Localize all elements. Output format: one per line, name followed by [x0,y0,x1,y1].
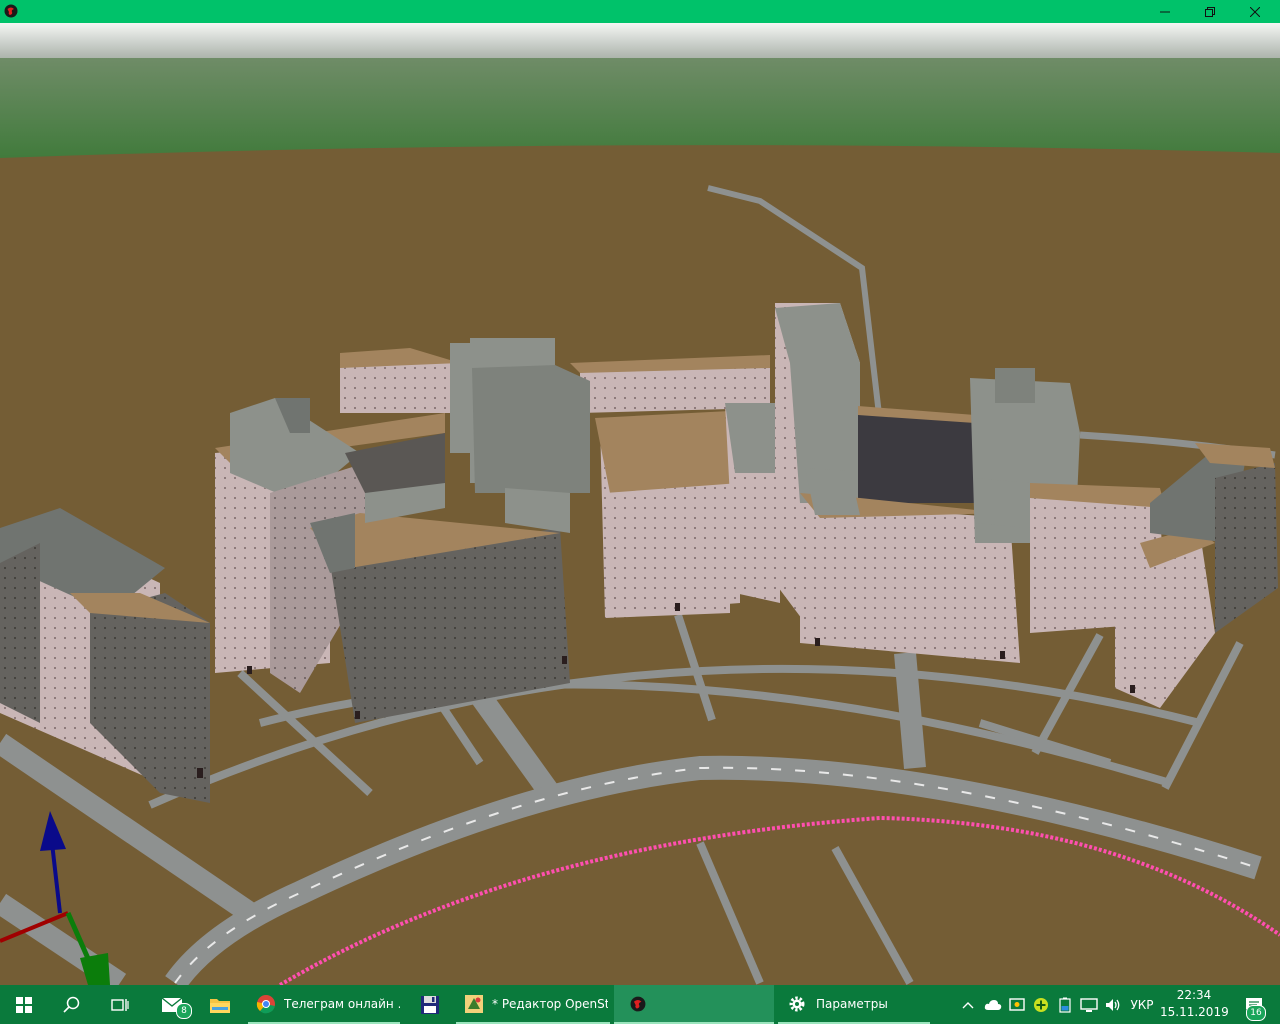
floppy-disk-icon [421,995,439,1014]
chevron-up-icon [962,1001,974,1008]
tray-overflow-button[interactable] [958,985,978,1024]
search-icon [63,996,80,1013]
cloud-icon [984,999,1002,1010]
taskbar-app-settings-label: Параметры [816,996,888,1011]
close-button[interactable] [1232,0,1278,23]
mail-app-button[interactable]: 8 [148,985,196,1024]
windows-start-icon [16,996,32,1013]
window-titlebar[interactable] [0,0,1280,23]
minimize-button[interactable] [1142,0,1188,23]
taskbar-app-josm-label: * Редактор OpenSt... [492,996,608,1011]
search-button[interactable] [48,985,96,1024]
chrome-icon [256,994,275,1013]
task-view-button[interactable] [96,985,144,1024]
taskbar-app-settings[interactable]: Параметры [778,985,930,1024]
taskbar-app-save[interactable] [408,985,452,1024]
start-button[interactable] [0,985,48,1024]
folder-icon [210,998,230,1013]
task-view-icon [111,998,129,1011]
taskbar-app-viewer[interactable] [614,985,774,1024]
tray-app-1[interactable] [1006,985,1028,1024]
tray-battery[interactable] [1054,985,1076,1024]
maximize-icon [1205,6,1215,17]
minimize-icon [1160,11,1170,12]
explorer-button[interactable] [196,985,244,1024]
tray-onedrive[interactable] [982,985,1004,1024]
clock-time: 22:34 [1176,988,1212,1002]
mail-badge: 8 [176,1003,192,1019]
action-center-button[interactable]: 16 [1234,985,1274,1024]
tray-volume[interactable] [1102,985,1124,1024]
maximize-button[interactable] [1187,0,1233,23]
tray-app-2[interactable] [1030,985,1052,1024]
gear-icon [789,996,805,1011]
taskbar-app-josm[interactable]: * Редактор OpenSt... [456,985,610,1024]
tray-clock[interactable]: 22:34 15.11.2019 [1160,987,1229,1023]
app-logo-icon [4,4,18,18]
building-center [595,403,780,618]
clock-date: 15.11.2019 [1160,1005,1229,1019]
josm-icon [465,994,483,1013]
taskbar-app-chrome-label: Телеграм онлайн ... [284,996,400,1011]
taskbar: 8 Телеграм онлайн ... * Редактор OpenSt.… [0,985,1280,1024]
tray-language[interactable]: УКР [1126,985,1158,1024]
close-icon [1250,6,1260,17]
notification-count: 16 [1246,1005,1266,1021]
network-icon [1080,997,1098,1012]
battery-icon [1059,997,1071,1013]
monitor-app-icon [1009,997,1025,1011]
app-logo-icon [630,996,646,1011]
3d-viewport[interactable] [0,23,1280,985]
plus-circle-icon [1034,997,1048,1012]
tray-network[interactable] [1078,985,1100,1024]
taskbar-app-chrome[interactable]: Телеграм онлайн ... [248,985,400,1024]
speaker-icon [1106,998,1120,1011]
